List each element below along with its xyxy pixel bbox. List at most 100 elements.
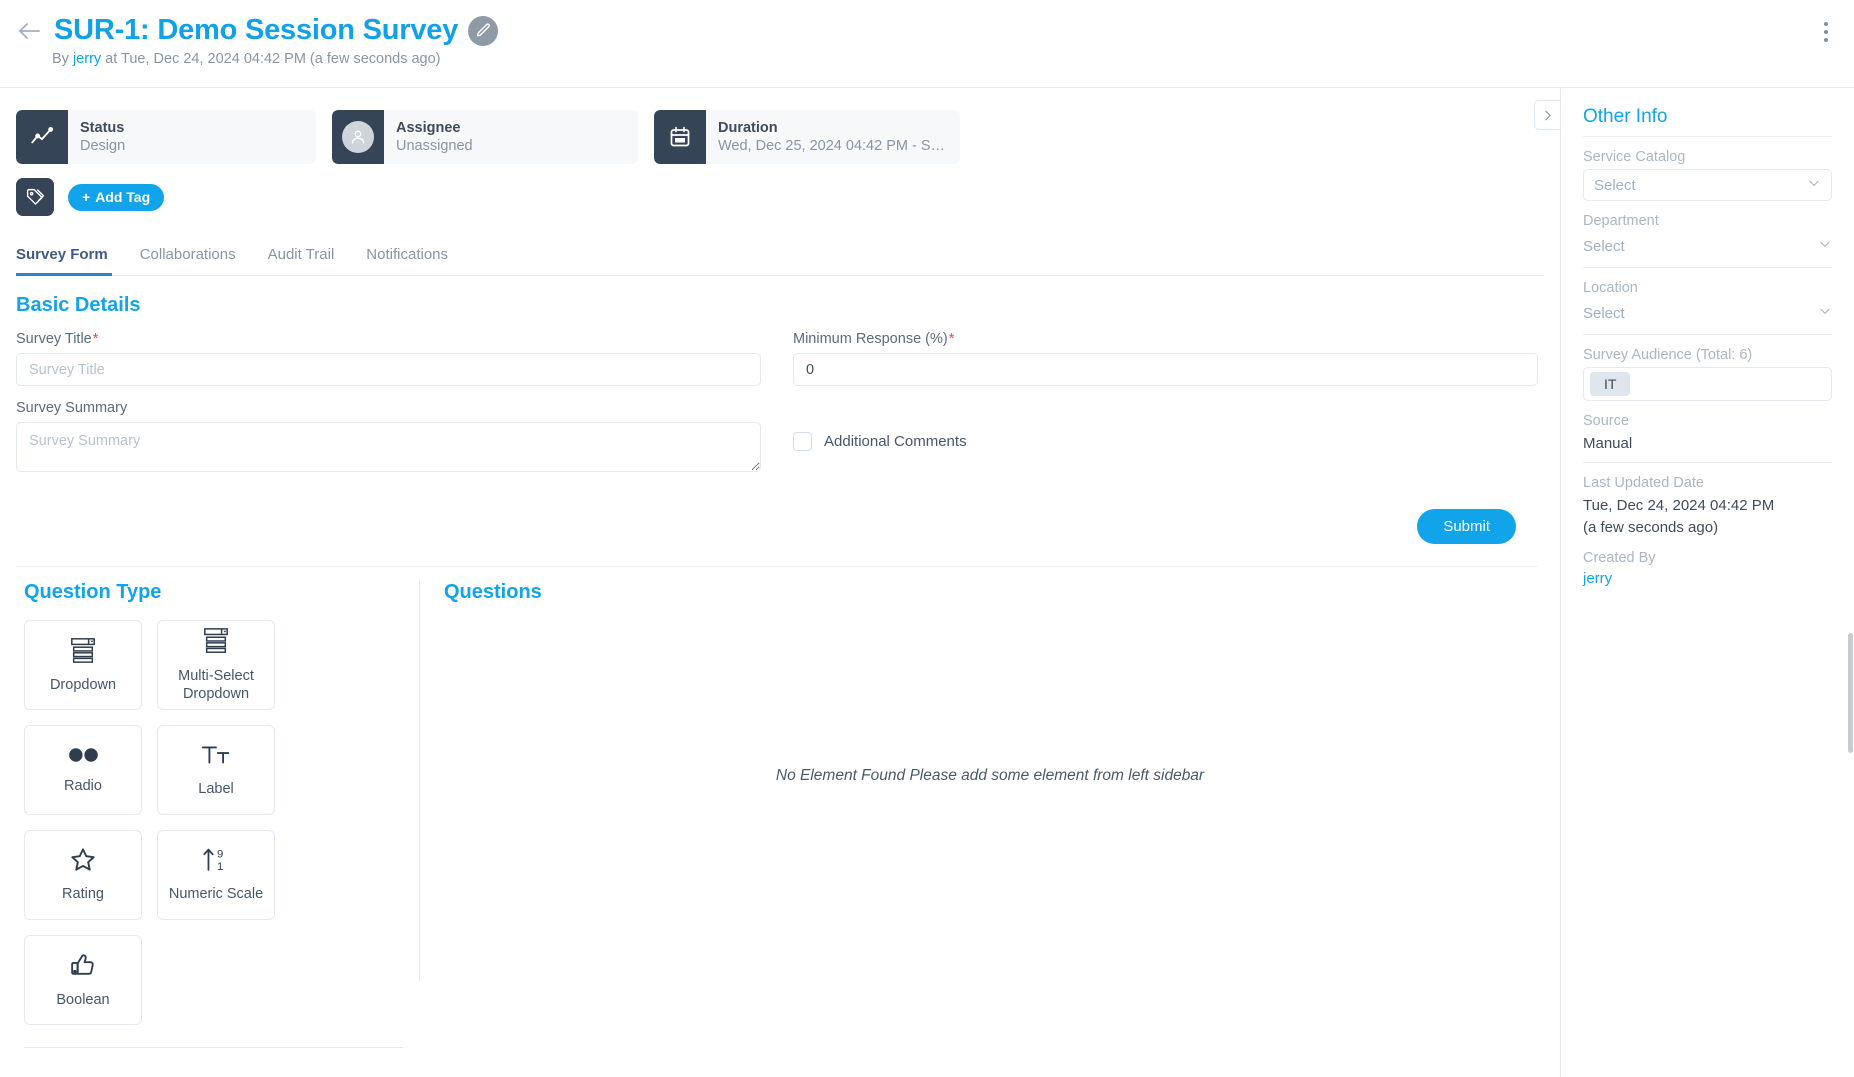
- svg-text:1: 1: [217, 861, 223, 873]
- survey-summary-textarea[interactable]: [16, 422, 761, 472]
- svg-text:9: 9: [217, 849, 223, 861]
- meta-card-row: Status Design Assignee Unassigned Durati…: [0, 88, 1560, 164]
- page-title: SUR-1: Demo Session Survey: [54, 14, 459, 46]
- audience-chip[interactable]: IT: [1590, 372, 1631, 396]
- add-tag-label: Add Tag: [95, 189, 151, 205]
- chevron-right-icon[interactable]: [1534, 100, 1560, 130]
- main-content: Status Design Assignee Unassigned Durati…: [0, 88, 1560, 1077]
- duration-card[interactable]: Duration Wed, Dec 25, 2024 04:42 PM - Sa…: [654, 110, 960, 164]
- question-type-boolean[interactable]: Boolean: [24, 935, 142, 1025]
- calendar-icon: [654, 110, 706, 164]
- question-type-label: Multi-Select Dropdown: [178, 668, 254, 702]
- tab-survey-form[interactable]: Survey Form: [16, 238, 124, 276]
- location-value: Select: [1583, 304, 1625, 322]
- source-value: Manual: [1583, 435, 1633, 452]
- user-avatar-icon: [332, 110, 384, 164]
- survey-title-field: Survey Title*: [16, 331, 761, 386]
- basic-details-left-column: Survey Title* Survey Summary: [16, 331, 761, 491]
- additional-comments-checkbox[interactable]: [793, 432, 812, 451]
- status-card-value: Design: [80, 137, 126, 154]
- survey-title-label: Survey Title*: [16, 331, 761, 347]
- arrow-left-icon[interactable]: [16, 18, 42, 44]
- minimum-response-input[interactable]: [793, 353, 1538, 386]
- tag-icon[interactable]: [16, 178, 54, 216]
- status-card[interactable]: Status Design: [16, 110, 316, 164]
- question-type-grid: Dropdown Multi-Select Dropdown Radio Lab…: [24, 620, 403, 1025]
- question-type-rating[interactable]: Rating: [24, 830, 142, 920]
- location-select[interactable]: Select: [1583, 300, 1832, 326]
- last-updated-value: Tue, Dec 24, 2024 04:42 PM: [1583, 497, 1775, 515]
- questions-title: Questions: [444, 581, 542, 603]
- question-type-multi-select-dropdown[interactable]: Multi-Select Dropdown: [157, 620, 275, 710]
- assignee-card[interactable]: Assignee Unassigned: [332, 110, 638, 164]
- survey-builder: Question Type Dropdown Multi-Select Drop…: [0, 581, 1560, 1048]
- last-updated-field: Last Updated Date Tue, Dec 24, 2024 04:4…: [1583, 463, 1832, 538]
- question-type-label: Rating: [62, 886, 104, 903]
- chevron-down-icon: [1818, 237, 1832, 255]
- thumbs-up-icon: [68, 951, 98, 984]
- survey-title-input[interactable]: [16, 353, 761, 386]
- status-card-text: Status Design: [68, 110, 137, 164]
- tab-notifications[interactable]: Notifications: [350, 238, 464, 275]
- submit-row: Submit: [16, 491, 1538, 544]
- department-select[interactable]: Select: [1583, 233, 1832, 259]
- survey-audience-field: Survey Audience (Total: 6) IT: [1583, 335, 1832, 401]
- question-type-title: Question Type: [24, 581, 162, 603]
- created-by-value[interactable]: jerry: [1583, 570, 1832, 587]
- pencil-icon[interactable]: [468, 15, 499, 46]
- created-by-field: Created By jerry: [1583, 538, 1832, 587]
- question-type-label: Boolean: [56, 991, 110, 1008]
- kebab-menu-icon[interactable]: [1820, 18, 1832, 46]
- survey-title-label-text: Survey Title: [16, 331, 92, 347]
- byline: By jerry at Tue, Dec 24, 2024 04:42 PM (…: [52, 51, 1830, 67]
- question-type-pane: Question Type Dropdown Multi-Select Drop…: [0, 581, 420, 1048]
- basic-details-grid: Survey Title* Survey Summary Minimum Res…: [16, 331, 1538, 491]
- other-info-sidebar: Other Info Service Catalog Select Depart…: [1560, 88, 1854, 1077]
- tag-row: + Add Tag: [0, 164, 1560, 216]
- survey-summary-field: Survey Summary: [16, 400, 761, 477]
- survey-summary-label: Survey Summary: [16, 400, 128, 416]
- basic-details-section: Basic Details Survey Title* Survey Summa…: [0, 276, 1560, 544]
- radio-icon: [66, 745, 100, 770]
- dropdown-icon: [68, 636, 98, 669]
- required-marker: *: [92, 331, 99, 347]
- tab-bar: Survey Form Collaborations Audit Trail N…: [16, 238, 1544, 276]
- source-field: Source Manual: [1583, 401, 1832, 464]
- minimum-response-label-text: Minimum Response (%): [793, 331, 948, 347]
- avatar: [342, 121, 374, 153]
- submit-button[interactable]: Submit: [1417, 509, 1516, 544]
- activity-chart-icon: [16, 110, 68, 164]
- source-label: Source: [1583, 413, 1629, 429]
- tab-audit-trail[interactable]: Audit Trail: [252, 238, 351, 275]
- byline-user-link[interactable]: jerry: [73, 51, 101, 67]
- app-root: SUR-1: Demo Session Survey By jerry at T…: [0, 0, 1854, 1077]
- question-type-dropdown[interactable]: Dropdown: [24, 620, 142, 710]
- chevron-down-icon: [1807, 176, 1821, 194]
- question-type-numeric-scale[interactable]: 91 Numeric Scale: [157, 830, 275, 920]
- question-type-label[interactable]: Label: [157, 725, 275, 815]
- tab-collaborations[interactable]: Collaborations: [124, 238, 252, 275]
- chevron-down-icon: [1818, 304, 1832, 322]
- page-header: SUR-1: Demo Session Survey By jerry at T…: [0, 0, 1854, 88]
- last-updated-label: Last Updated Date: [1583, 475, 1704, 492]
- survey-audience-box[interactable]: IT: [1583, 367, 1832, 401]
- add-tag-button[interactable]: + Add Tag: [68, 183, 165, 211]
- created-by-label: Created By: [1583, 549, 1656, 566]
- department-field: Department Select: [1583, 201, 1832, 268]
- questions-empty-message: No Element Found Please add some element…: [775, 767, 1205, 784]
- survey-audience-label: Survey Audience (Total: 6): [1583, 347, 1753, 363]
- service-catalog-value: Select: [1594, 176, 1636, 194]
- basic-details-title: Basic Details: [16, 294, 141, 316]
- minimum-response-field: Minimum Response (%)*: [793, 331, 1538, 386]
- question-type-radio[interactable]: Radio: [24, 725, 142, 815]
- service-catalog-field: Service Catalog Select: [1583, 137, 1832, 201]
- last-updated-relative: (a few seconds ago): [1583, 518, 1719, 536]
- questions-pane: Questions No Element Found Please add so…: [420, 581, 1560, 981]
- add-tag-plus: +: [82, 189, 91, 205]
- byline-suffix: at Tue, Dec 24, 2024 04:42 PM (a few sec…: [101, 51, 441, 67]
- sidebar-scrollbar[interactable]: [1848, 633, 1853, 753]
- duration-card-value: Wed, Dec 25, 2024 04:42 PM - Sat, D…: [718, 137, 948, 154]
- question-type-divider: [24, 1047, 403, 1048]
- service-catalog-select[interactable]: Select: [1583, 169, 1832, 201]
- assignee-card-label: Assignee: [396, 119, 461, 136]
